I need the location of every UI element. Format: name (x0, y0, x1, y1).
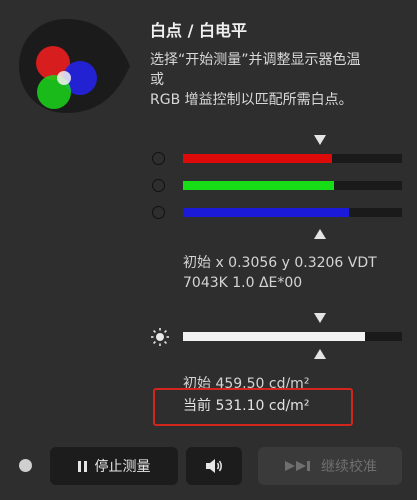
pause-icon (77, 460, 87, 472)
red-gain-slider[interactable] (183, 154, 402, 163)
current-pointer-up-icon (314, 229, 326, 239)
brightness-current-pointer-up-icon (314, 349, 326, 359)
current-luminance-highlight (153, 388, 353, 426)
white-point-line: 初始 x 0.3056 y 0.3206 VDT (183, 255, 377, 271)
blue-gain-slider[interactable] (183, 208, 402, 217)
red-gain-fill (183, 154, 332, 163)
speaker-icon (206, 459, 222, 473)
instruction-line: RGB 增益控制以匹配所需白点。 (150, 92, 353, 108)
status-indicator (19, 459, 32, 472)
continue-calibration-button[interactable]: 继续校准 (258, 447, 402, 485)
panel-title: 白点 / 白电平 (150, 21, 247, 40)
instructions: 选择“开始测量”并调整显示器色温 或 RGB 增益控制以匹配所需白点。 (150, 50, 412, 110)
green-gain-fill (183, 181, 335, 190)
instruction-line: 或 (150, 72, 164, 88)
rgb-logo-icon (19, 19, 130, 113)
stop-measurement-button[interactable]: 停止测量 (50, 447, 178, 485)
skip-forward-icon (285, 461, 310, 471)
green-gain-slider[interactable] (183, 181, 402, 190)
blue-gain-fill (183, 208, 350, 217)
green-dot-icon (152, 179, 165, 192)
white-point-readout: 初始 x 0.3056 y 0.3206 VDT 7043K 1.0 ΔE*00 (183, 253, 377, 293)
sun-icon (151, 328, 169, 346)
white-point-line: 7043K 1.0 ΔE*00 (183, 275, 303, 291)
continue-calibration-label: 继续校准 (321, 459, 377, 475)
target-pointer-down-icon (314, 135, 326, 145)
blue-dot-icon (152, 206, 165, 219)
red-dot-icon (152, 152, 165, 165)
stop-measurement-label: 停止测量 (94, 459, 151, 475)
instruction-line: 选择“开始测量”并调整显示器色温 (150, 52, 361, 68)
brightness-slider[interactable] (183, 332, 402, 341)
sound-button[interactable] (186, 447, 242, 485)
brightness-target-pointer-down-icon (314, 313, 326, 323)
brightness-fill (183, 332, 365, 341)
